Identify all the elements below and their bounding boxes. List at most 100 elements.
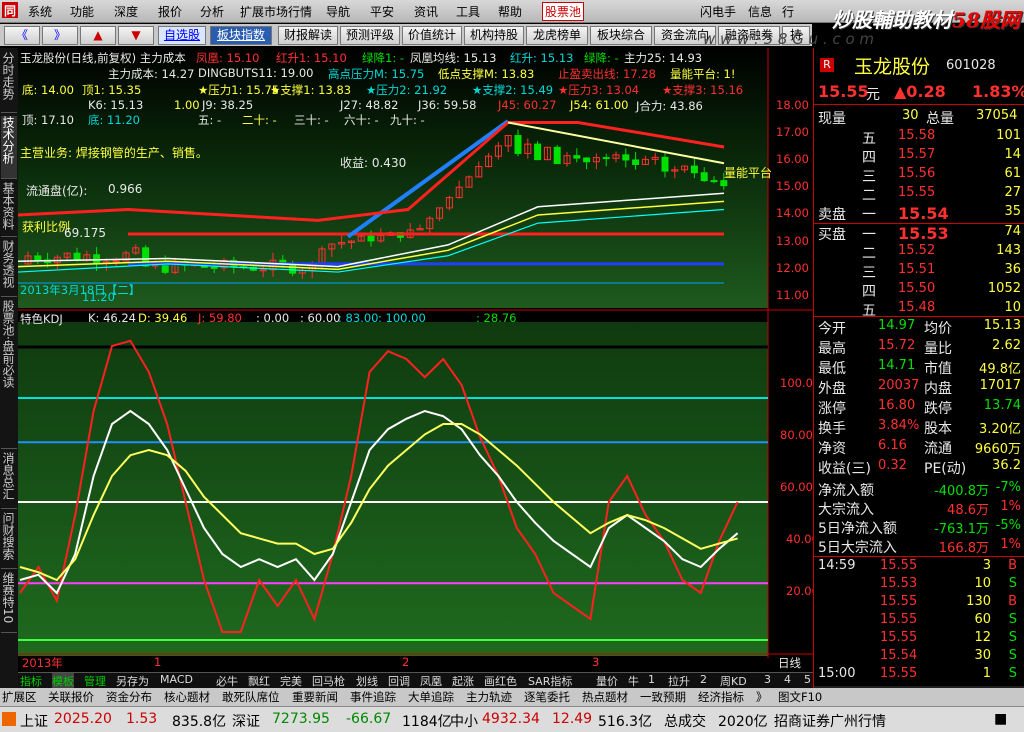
tick-direction: S: [1008, 630, 1017, 645]
menu-item-flash-trade[interactable]: 闪电手: [700, 3, 736, 20]
menu-item-navigation[interactable]: 导航: [326, 3, 350, 20]
menu-item-quote[interactable]: 报价: [158, 3, 182, 20]
indicator-button[interactable]: 飘红: [248, 673, 270, 689]
ask-row[interactable]: 二 15.55 27: [814, 185, 1024, 204]
menu-item-help[interactable]: 帮助: [498, 3, 522, 20]
tick-volume: 12: [974, 630, 991, 645]
ask-row[interactable]: 五 15.58 101: [814, 128, 1024, 147]
indicator-button[interactable]: 凤凰: [420, 673, 442, 689]
flow-pct: -5%: [995, 518, 1021, 533]
indicator-button[interactable]: 完美: [280, 673, 302, 689]
bottom-tab[interactable]: 主力轨迹: [466, 689, 512, 705]
ask-row[interactable]: 四 15.57 14: [814, 147, 1024, 166]
menu-item-more[interactable]: 行: [782, 3, 794, 20]
total-volume: 37054: [976, 108, 1018, 123]
sector-summary-button[interactable]: 板块综合: [590, 26, 652, 45]
indicator-button[interactable]: 起涨: [452, 673, 474, 689]
broker-name: 招商证券广州行情: [774, 714, 886, 730]
indicator-button[interactable]: 牛: [628, 673, 639, 689]
indicator-button[interactable]: 模板: [52, 673, 74, 689]
menu-item-function[interactable]: 功能: [70, 3, 94, 20]
dragon-tiger-list-button[interactable]: 龙虎榜单: [526, 26, 588, 45]
menu-item-news[interactable]: 资讯: [414, 3, 438, 20]
bid-row[interactable]: 二 15.52 143: [814, 243, 1024, 262]
tab-news[interactable]: 消息总汇: [1, 452, 17, 509]
nav-forward-button[interactable]: 》: [42, 26, 78, 45]
tab-f10[interactable]: 维赛特10: [1, 572, 17, 633]
indicator-button[interactable]: 4: [784, 673, 791, 686]
menu-item-tools[interactable]: 工具: [456, 3, 480, 20]
indicator-button[interactable]: 周KD: [720, 673, 747, 689]
indicator-button[interactable]: 画红色: [484, 673, 517, 689]
menu-item-depth[interactable]: 深度: [114, 3, 138, 20]
tick-direction: S: [1008, 576, 1017, 591]
indicator-button[interactable]: 拉升: [668, 673, 690, 689]
bottom-tab[interactable]: 核心题材: [164, 689, 210, 705]
kdj-label: 特色KDJ: [20, 312, 63, 326]
menu-item-stock-pool[interactable]: 股票池: [542, 2, 585, 21]
period-label[interactable]: 日线: [778, 655, 801, 671]
lock-icon[interactable]: ■: [994, 711, 1007, 727]
bid-row[interactable]: 三 15.51 36: [814, 262, 1024, 281]
indicator-button[interactable]: 2: [700, 673, 707, 686]
tab-basic-info[interactable]: 基本资料: [1, 182, 17, 237]
bid-row[interactable]: 四 15.50 1052: [814, 281, 1024, 300]
bottom-tab[interactable]: 》: [756, 689, 768, 705]
indicator-button[interactable]: 回调: [388, 673, 410, 689]
menu-item-pingan[interactable]: 平安: [370, 3, 394, 20]
indicator-button[interactable]: 量价: [596, 673, 618, 689]
sz-change: -66.67: [346, 711, 392, 727]
ask-row[interactable]: 卖盘一 15.54 35: [814, 204, 1024, 223]
menu-item-info[interactable]: 信息: [748, 3, 772, 20]
volume-platform-label: 量能平台: [724, 166, 773, 180]
menu-item-extended-market[interactable]: 扩展市场行情: [240, 3, 312, 20]
indicator-button[interactable]: 划线: [356, 673, 378, 689]
indicator-button[interactable]: 5: [804, 673, 811, 686]
watchlist-link[interactable]: 自选股: [158, 26, 206, 45]
bottom-tab[interactable]: 经济指标: [698, 689, 744, 705]
stock-name: 玉龙股份: [854, 56, 931, 78]
bottom-tab[interactable]: 一致预期: [640, 689, 686, 705]
value-stats-button[interactable]: 价值统计: [402, 26, 462, 45]
tab-technical-analysis[interactable]: 技术分析: [1, 116, 17, 179]
info-ratio: 1.00: [174, 98, 200, 112]
tab-stock-pool[interactable]: 股票池·盘前必读: [1, 300, 17, 449]
indicator-button[interactable]: 必牛: [216, 673, 238, 689]
institution-holding-button[interactable]: 机构持股: [464, 26, 524, 45]
indicator-button[interactable]: 另存为: [116, 673, 149, 689]
bottom-tab[interactable]: 关联报价: [48, 689, 94, 705]
indicator-button[interactable]: 3: [764, 673, 771, 686]
price-tick: 17.00: [776, 125, 809, 139]
tab-financial[interactable]: 财务透视: [1, 240, 17, 297]
bottom-tab[interactable]: 敢死队席位: [222, 689, 280, 705]
bottom-tab[interactable]: 资金分布: [106, 689, 152, 705]
menu-item-system[interactable]: 系统: [28, 3, 52, 20]
chart-area[interactable]: 玉龙股份(日线,前复权) 主力成本 凤凰: 15.10 红升1: 15.10 绿…: [18, 48, 820, 673]
bid-row[interactable]: 买盘一 15.53 74: [814, 224, 1024, 243]
nav-back-button[interactable]: 《: [4, 26, 40, 45]
bottom-tab[interactable]: 重要新闻: [292, 689, 338, 705]
nav-down-button[interactable]: ▼: [118, 26, 154, 45]
ask-row[interactable]: 三 15.56 61: [814, 166, 1024, 185]
indicator-button[interactable]: 管理: [84, 673, 106, 689]
bottom-tab[interactable]: 逐笔委托: [524, 689, 570, 705]
tab-intraday[interactable]: 分时走势: [1, 52, 17, 113]
bottom-tab[interactable]: 热点题材: [582, 689, 628, 705]
nav-up-button[interactable]: ▲: [80, 26, 116, 45]
bottom-tab[interactable]: 图文F10: [778, 689, 822, 705]
tab-wencai-search[interactable]: 问财搜索: [1, 512, 17, 569]
sector-index-link[interactable]: 板块指数: [210, 26, 272, 45]
indicator-button[interactable]: 1: [648, 673, 655, 686]
financial-report-button[interactable]: 财报解读: [278, 26, 338, 45]
bottom-tab[interactable]: 事件追踪: [350, 689, 396, 705]
indicator-button[interactable]: MACD: [160, 673, 193, 686]
indicator-button[interactable]: SAR指标: [528, 673, 572, 689]
indicator-button[interactable]: 回马枪: [312, 673, 345, 689]
indicator-button[interactable]: 指标: [20, 673, 42, 689]
bottom-tab[interactable]: 大单追踪: [408, 689, 454, 705]
menu-item-analysis[interactable]: 分析: [200, 3, 224, 20]
flow-value: -400.8万: [934, 484, 989, 499]
forecast-rating-button[interactable]: 预测评级: [340, 26, 400, 45]
price-tick: 11.00: [776, 288, 809, 302]
bottom-tab[interactable]: 扩展区: [2, 689, 37, 705]
